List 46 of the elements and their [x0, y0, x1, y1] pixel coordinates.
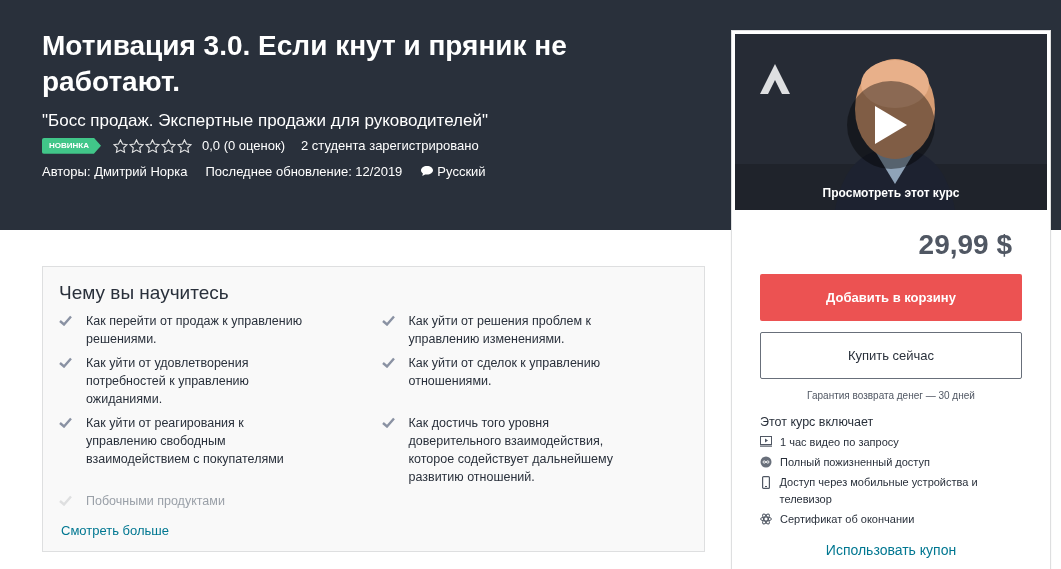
new-badge: НОВИНКА	[42, 137, 101, 154]
check-icon	[381, 356, 395, 368]
feature-text: Доступ через мобильные устройства и телевизор	[779, 474, 979, 507]
students-count: 2 студента зарегистрировано	[301, 137, 479, 155]
feature-text: Сертификат об окончании	[780, 511, 915, 527]
learn-item: Как уйти от сделок к управлению отношениями.	[408, 354, 602, 390]
atom-icon	[760, 512, 772, 525]
includes-title: Этот курс включает	[760, 414, 875, 431]
learn-item: Как достичь того уровня доверительного взаимодействия, которое содействует дальнейшему развитию отношений.	[408, 414, 614, 486]
star-icon	[112, 138, 128, 153]
guarantee-text: Гарантия возврата денег — 30 дней	[806, 389, 976, 403]
feature-text: 1 час видео по запросу	[780, 434, 899, 450]
learn-item: Как перейти от продаж к управлению решениями.	[86, 312, 304, 348]
check-icon	[381, 314, 395, 326]
learn-title: Чему вы научитесь	[59, 281, 230, 305]
feature-text: Полный пожизненный доступ	[780, 454, 930, 470]
updated-text: Последнее обновление: 12/2019	[205, 162, 403, 181]
course-subtitle: "Босс продаж. Экспертные продажи для руководителей"	[42, 110, 489, 132]
learn-item: Как уйти от решения проблем к управлению изменениями.	[408, 312, 593, 348]
phone-icon	[761, 475, 770, 489]
price: 29,99 $	[917, 228, 1013, 262]
infinity-icon	[760, 455, 772, 468]
star-icon	[144, 138, 160, 153]
check-icon	[59, 356, 72, 368]
check-icon	[381, 416, 395, 428]
check-icon	[59, 314, 72, 326]
buy-now-button[interactable]: Купить сейчас	[760, 332, 1022, 379]
coupon-link[interactable]: Использовать купон	[760, 539, 1022, 561]
see-more-link[interactable]: Смотреть больше	[61, 521, 169, 541]
rating-text: 0,0 (0 оценок)	[201, 137, 285, 155]
learn-item: Побочными продуктами	[86, 492, 226, 510]
speech-bubble-icon	[420, 165, 435, 178]
language-text: Русский	[437, 162, 486, 181]
course-title: Мотивация 3.0. Если кнут и пряник не работают.	[42, 29, 568, 99]
learn-item: Как уйти от реагирования к управлению свободным взаимодействием с покупателями	[86, 414, 285, 468]
video-preview[interactable]: Просмотреть этот курс	[735, 34, 1047, 210]
star-icon	[128, 138, 144, 153]
video-icon	[760, 435, 772, 447]
play-icon	[873, 104, 909, 146]
authors-text: Авторы: Дмитрий Норка	[42, 162, 188, 181]
star-icon	[160, 138, 176, 153]
add-to-cart-button[interactable]: Добавить в корзину	[760, 274, 1022, 321]
check-icon	[59, 494, 72, 506]
check-icon	[59, 416, 72, 428]
star-icon	[176, 138, 192, 153]
learn-item: Как уйти от удовлетворения потребностей к управлению ожиданиями.	[86, 354, 250, 408]
